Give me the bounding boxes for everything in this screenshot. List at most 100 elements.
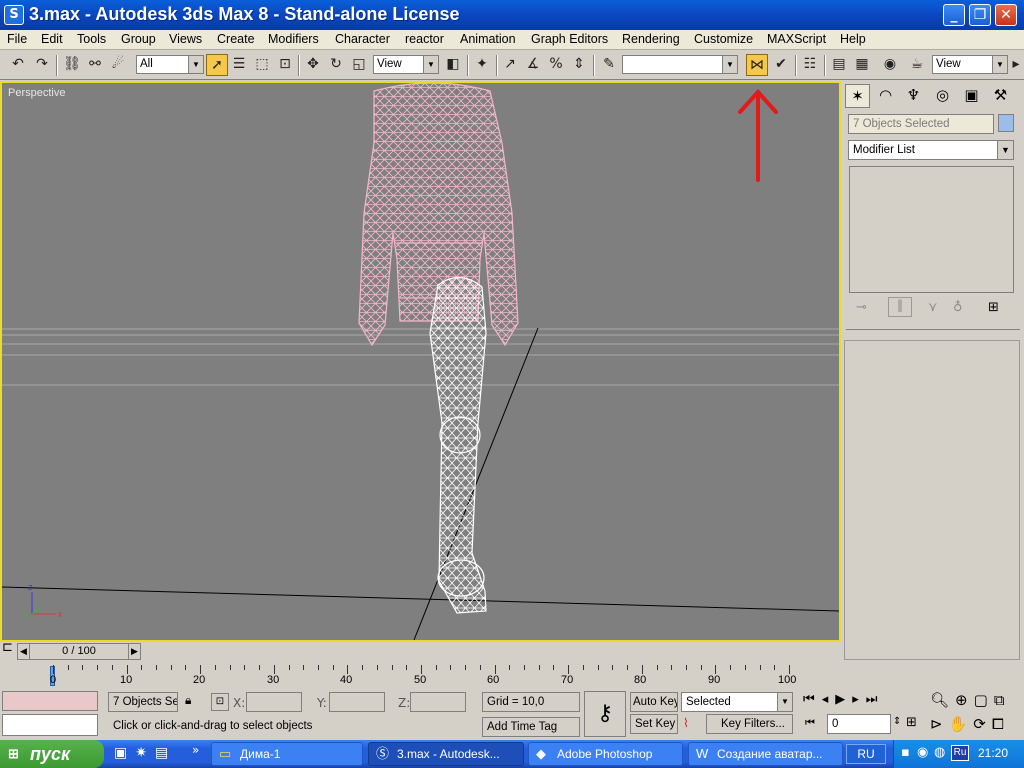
previous-frame-icon[interactable]: ◂ bbox=[822, 692, 836, 707]
close-button[interactable]: ✕ bbox=[995, 4, 1017, 26]
next-frame-icon[interactable]: ▸ bbox=[852, 692, 866, 707]
pan-icon[interactable]: ✋ bbox=[949, 715, 974, 733]
frame-spinner-icon[interactable]: ⇕ bbox=[893, 716, 901, 727]
add-time-tag-button[interactable]: Add Time Tag bbox=[482, 717, 580, 737]
select-and-link-icon[interactable]: ⛓ bbox=[61, 54, 83, 76]
zoom-extents-all-icon[interactable]: ⧉ bbox=[994, 691, 1011, 709]
select-and-scale-icon[interactable]: ◱ bbox=[348, 54, 370, 76]
material-editor-icon[interactable]: ◉ bbox=[879, 54, 901, 76]
3ds-max-icon[interactable]: S bbox=[4, 5, 24, 25]
snaps-toggle-icon[interactable]: ↗ bbox=[499, 54, 521, 76]
z-coordinate-field[interactable] bbox=[410, 692, 466, 712]
unlink-selection-icon[interactable]: ⚯ bbox=[84, 54, 106, 76]
align-icon[interactable]: ✔ bbox=[770, 54, 792, 76]
task-3ds-max[interactable]: Ⓢ 3.max - Autodesk... bbox=[368, 742, 524, 766]
object-color-swatch[interactable] bbox=[998, 114, 1014, 132]
y-coordinate-field[interactable] bbox=[329, 692, 385, 712]
x-coordinate-field[interactable] bbox=[246, 692, 302, 712]
select-object-icon[interactable]: ➚ bbox=[206, 54, 228, 76]
menu-maxscript[interactable]: MAXScript bbox=[767, 32, 826, 46]
modifier-list-dropdown[interactable]: Modifier List ▼ bbox=[848, 140, 1014, 160]
create-tab-icon[interactable]: ✶ bbox=[845, 84, 870, 108]
selection-filter-dropdown[interactable]: All ▼ bbox=[136, 55, 204, 74]
utilities-tab-icon[interactable]: ⚒ bbox=[988, 84, 1013, 108]
hierarchy-tab-icon[interactable]: ♆ bbox=[901, 84, 926, 108]
window-crossing-icon[interactable]: ⊡ bbox=[274, 54, 296, 76]
title-bar[interactable]: S 3.max - Autodesk 3ds Max 8 - Stand-alo… bbox=[0, 0, 1024, 30]
set-key-button[interactable]: Set Key bbox=[630, 714, 678, 734]
maxscript-listener-mini[interactable] bbox=[2, 691, 98, 711]
select-and-move-icon[interactable]: ✥ bbox=[302, 54, 324, 76]
render-scene-icon[interactable]: ☕ bbox=[906, 54, 928, 76]
menu-rendering[interactable]: Rendering bbox=[622, 32, 680, 46]
play-icon[interactable]: ▶ bbox=[835, 692, 852, 707]
scene-wireframe[interactable]: z x y bbox=[2, 83, 839, 640]
remove-modifier-icon[interactable]: ♁ bbox=[953, 300, 963, 315]
tray-app-icon[interactable]: ◉ bbox=[917, 745, 928, 760]
menu-graph-editors[interactable]: Graph Editors bbox=[531, 32, 608, 46]
named-selection-dropdown[interactable]: ▼ bbox=[622, 55, 738, 74]
make-unique-icon[interactable]: ⋎ bbox=[928, 300, 938, 315]
angle-snap-icon[interactable]: ∡ bbox=[522, 54, 544, 76]
start-button[interactable]: ⊞ пуск bbox=[0, 740, 104, 768]
key-mode-dropdown[interactable]: Selected ▼ bbox=[681, 692, 793, 712]
menu-customize[interactable]: Customize bbox=[694, 32, 753, 46]
maxscript-input[interactable] bbox=[2, 714, 98, 736]
go-to-start-icon[interactable]: ⏮ bbox=[803, 692, 822, 707]
quick-launch-app-icon[interactable]: ▣ bbox=[114, 745, 135, 761]
select-and-manipulate-icon[interactable]: ✦ bbox=[471, 54, 493, 76]
quick-render-icon[interactable]: ▸ bbox=[1010, 54, 1022, 76]
mirror-icon[interactable]: ⋈ bbox=[746, 54, 768, 76]
quick-launch-more-icon[interactable]: » bbox=[192, 743, 199, 757]
task-folder[interactable]: ▭ Дима-1 bbox=[211, 742, 363, 766]
spinner-snap-icon[interactable]: ⇕ bbox=[568, 54, 590, 76]
default-in-out-tangents-icon[interactable]: ⌇ bbox=[683, 716, 689, 730]
menu-modifiers[interactable]: Modifiers bbox=[268, 32, 319, 46]
go-to-end-icon[interactable]: ⏭ bbox=[866, 692, 885, 707]
time-slider[interactable]: ◀ 0 / 100 ▶ bbox=[17, 643, 141, 660]
select-by-name-icon[interactable]: ☰ bbox=[228, 54, 250, 76]
mini-curve-editor-icon[interactable]: ⊏ bbox=[2, 640, 13, 655]
menu-group[interactable]: Group bbox=[121, 32, 156, 46]
volume-icon[interactable]: ◍ bbox=[934, 745, 945, 760]
menu-animation[interactable]: Animation bbox=[460, 32, 516, 46]
maximize-button[interactable]: ❐ bbox=[969, 4, 991, 26]
auto-key-button[interactable]: Auto Key bbox=[630, 692, 678, 712]
menu-character[interactable]: Character bbox=[335, 32, 390, 46]
object-name-field[interactable]: 7 Objects Selected bbox=[848, 114, 994, 134]
edit-named-selections-icon[interactable]: ✎ bbox=[598, 54, 620, 76]
menu-edit[interactable]: Edit bbox=[41, 32, 63, 46]
zoom-icon[interactable]: 🔍︎ bbox=[930, 691, 955, 709]
pin-stack-icon[interactable]: ⊸ bbox=[856, 300, 867, 315]
menu-reactor[interactable]: reactor bbox=[405, 32, 444, 46]
select-and-rotate-icon[interactable]: ↻ bbox=[325, 54, 347, 76]
render-type-dropdown[interactable]: View ▼ bbox=[932, 55, 1008, 74]
redo-icon[interactable]: ↷ bbox=[31, 54, 53, 76]
minimize-button[interactable]: _ bbox=[943, 4, 965, 26]
curve-editor-icon[interactable]: ▤ bbox=[828, 54, 850, 76]
undo-icon[interactable]: ↶ bbox=[7, 54, 29, 76]
layer-manager-icon[interactable]: ☷ bbox=[799, 54, 821, 76]
pivot-center-icon[interactable]: ◧ bbox=[442, 54, 464, 76]
arc-rotate-icon[interactable]: ⟳ bbox=[973, 715, 992, 733]
percent-snap-icon[interactable]: % bbox=[545, 54, 567, 76]
reference-coordinate-dropdown[interactable]: View ▼ bbox=[373, 55, 439, 74]
schematic-view-icon[interactable]: ▦ bbox=[851, 54, 873, 76]
language-indicator[interactable]: RU bbox=[846, 744, 886, 764]
menu-views[interactable]: Views bbox=[169, 32, 202, 46]
key-filters-button[interactable]: Key Filters... bbox=[706, 714, 793, 734]
lock-icon[interactable]: 🔒︎ bbox=[185, 693, 191, 708]
modifier-stack-list[interactable] bbox=[849, 166, 1014, 293]
quick-launch-media-icon[interactable]: ✷ bbox=[135, 745, 155, 761]
zoom-all-icon[interactable]: ⊕ bbox=[955, 691, 974, 709]
bind-to-space-warp-icon[interactable]: ☄ bbox=[107, 54, 129, 76]
rectangular-selection-icon[interactable]: ⬚ bbox=[251, 54, 273, 76]
field-of-view-icon[interactable]: ⊳ bbox=[930, 715, 949, 733]
network-icon[interactable]: ▪ bbox=[901, 745, 910, 760]
display-tab-icon[interactable]: ▣ bbox=[959, 84, 984, 108]
task-word[interactable]: W Создание аватар... bbox=[688, 742, 843, 766]
time-configuration-icon[interactable]: ⊞ bbox=[906, 715, 917, 730]
motion-tab-icon[interactable]: ◎ bbox=[930, 84, 955, 108]
menu-create[interactable]: Create bbox=[217, 32, 255, 46]
absolute-mode-icon[interactable]: ⊡ bbox=[211, 693, 229, 711]
